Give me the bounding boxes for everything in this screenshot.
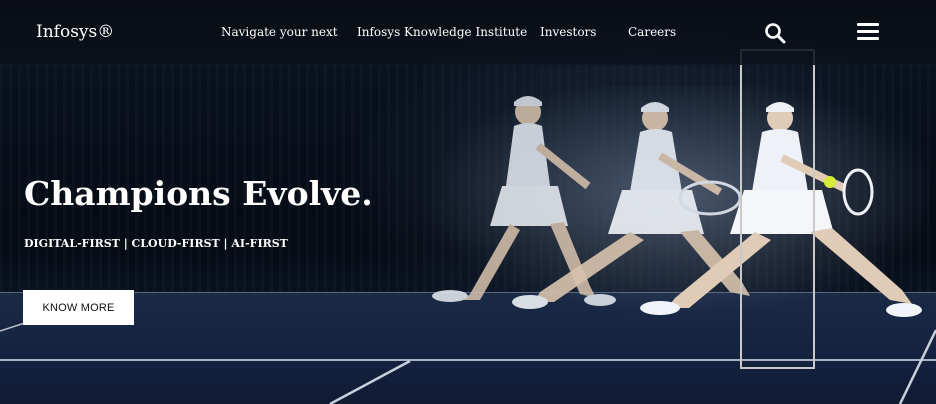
- nav-investors[interactable]: Investors: [540, 25, 596, 39]
- highlight-frame: [740, 49, 815, 369]
- hero-headline: Champions Evolve.: [24, 174, 373, 213]
- search-icon[interactable]: [764, 22, 786, 44]
- hero-tagline: DIGITAL-FIRST | CLOUD-FIRST | AI-FIRST: [24, 237, 288, 250]
- infosys-logo[interactable]: Infosys®: [36, 22, 114, 42]
- hamburger-menu-icon[interactable]: [857, 23, 879, 41]
- hero-banner: Infosys® Navigate your next Infosys Know…: [0, 0, 936, 404]
- tennis-player-image: [420, 86, 930, 317]
- nav-careers[interactable]: Careers: [628, 25, 676, 39]
- site-header: Infosys® Navigate your next Infosys Know…: [0, 0, 936, 65]
- nav-navigate-your-next[interactable]: Navigate your next: [221, 25, 338, 39]
- nav-knowledge-institute[interactable]: Infosys Knowledge Institute: [357, 25, 527, 39]
- know-more-button[interactable]: KNOW MORE: [23, 290, 134, 325]
